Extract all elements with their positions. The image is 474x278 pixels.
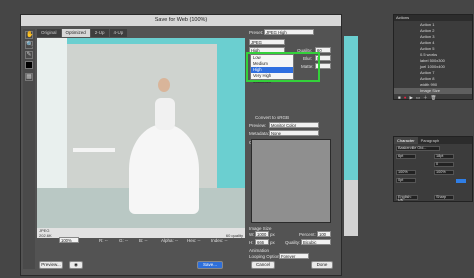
image-bodice (155, 98, 175, 130)
done-button[interactable]: Done (311, 261, 333, 269)
document-edge-photo-lower (344, 180, 358, 236)
metadata-select[interactable]: None (269, 130, 319, 136)
record-icon[interactable]: ● (404, 95, 407, 100)
index-readout: Index: -- (211, 238, 228, 243)
b-readout: B: -- (139, 238, 148, 243)
language-select[interactable]: English: UK (396, 195, 418, 202)
preset-label: Preset: (249, 30, 264, 35)
tab-paragraph[interactable]: Paragraph (418, 137, 443, 144)
action-item-selected[interactable]: Image Size (394, 88, 472, 94)
image-head (158, 78, 170, 92)
eyedropper-color-swatch[interactable] (25, 61, 33, 69)
save-button[interactable]: Save... (197, 261, 223, 269)
tab-2-up[interactable]: 2-Up (90, 29, 109, 37)
color-table (251, 139, 331, 223)
browser-icon[interactable]: ◉ (69, 261, 83, 269)
metadata-label: Metadata: (249, 131, 270, 136)
text-color-swatch[interactable] (456, 179, 466, 183)
convert-srgb-checkbox[interactable]: Convert to sRGB (255, 115, 289, 120)
hand-tool-icon[interactable]: ✋ (25, 31, 33, 39)
preview-image[interactable] (37, 38, 245, 228)
actions-panel: Actions Action 1 Action 2 Action 3 Actio… (393, 14, 473, 100)
zoom-tool-icon[interactable]: 🔍 (25, 41, 33, 49)
dialog-title: Save for Web (100%) (21, 15, 341, 26)
antialias-select[interactable]: Sharp (434, 195, 454, 200)
font-size-input[interactable]: 6pt (396, 154, 416, 159)
actions-panel-title: Actions (394, 15, 472, 21)
view-tabs: Original Optimized 2-Up 4-Up (37, 29, 128, 37)
toggle-slices-icon[interactable]: ▦ (25, 73, 33, 81)
stop-icon[interactable]: ■ (398, 95, 401, 100)
vertical-scale-input[interactable]: 100% (396, 170, 416, 175)
preview-select[interactable]: Monitor Color (269, 122, 319, 128)
preset-select[interactable]: JPEG High (264, 29, 314, 35)
leading-input[interactable]: 18pt (434, 154, 454, 159)
tab-character[interactable]: Character (394, 137, 418, 144)
image-table (73, 148, 115, 152)
font-family-select[interactable]: Baskerville Old... (396, 146, 440, 151)
horizontal-scale-input[interactable]: 100% (434, 170, 454, 175)
alpha-readout: Alpha: -- (161, 238, 179, 243)
new-set-icon[interactable]: ▭ (416, 95, 420, 100)
g-readout: G: -- (119, 238, 128, 243)
looping-label: Looping Options: (249, 254, 284, 259)
tracking-input[interactable]: 0 (434, 162, 454, 167)
image-dress (129, 124, 199, 214)
cancel-button[interactable]: Cancel (251, 261, 275, 269)
zoom-select[interactable]: 100% (59, 237, 79, 243)
tab-original[interactable]: Original (37, 29, 61, 37)
new-action-icon[interactable]: ＋ (423, 95, 428, 100)
tab-4-up[interactable]: 4-Up (109, 29, 128, 37)
play-icon[interactable]: ▶ (409, 95, 412, 100)
bottom-bar: 100% R: -- G: -- B: -- Alpha: -- Hex: --… (37, 237, 337, 247)
hex-readout: Hex: -- (187, 238, 201, 243)
eyedropper-tool-icon[interactable]: ✎ (25, 51, 33, 59)
animation-label: Animation (249, 248, 270, 253)
character-panel-tabs: Character Paragraph (394, 137, 472, 144)
format-select[interactable]: JPEG (249, 39, 285, 45)
r-readout: R: -- (99, 238, 108, 243)
tab-optimized[interactable]: Optimized (61, 29, 90, 37)
looping-select[interactable]: Forever (279, 253, 309, 259)
actions-controls: ■ ● ▶ ▭ ＋ 🗑 (398, 95, 468, 100)
preview-button[interactable]: Preview... (39, 261, 63, 269)
baseline-input[interactable]: 0pt (396, 178, 416, 183)
highlight-box (246, 52, 320, 82)
tool-strip: ✋ 🔍 ✎ ▦ (23, 29, 35, 269)
character-panel: Character Paragraph Baskerville Old... 6… (393, 136, 473, 202)
trash-icon[interactable]: 🗑 (431, 95, 437, 100)
preview-label: Preview: (249, 123, 267, 128)
